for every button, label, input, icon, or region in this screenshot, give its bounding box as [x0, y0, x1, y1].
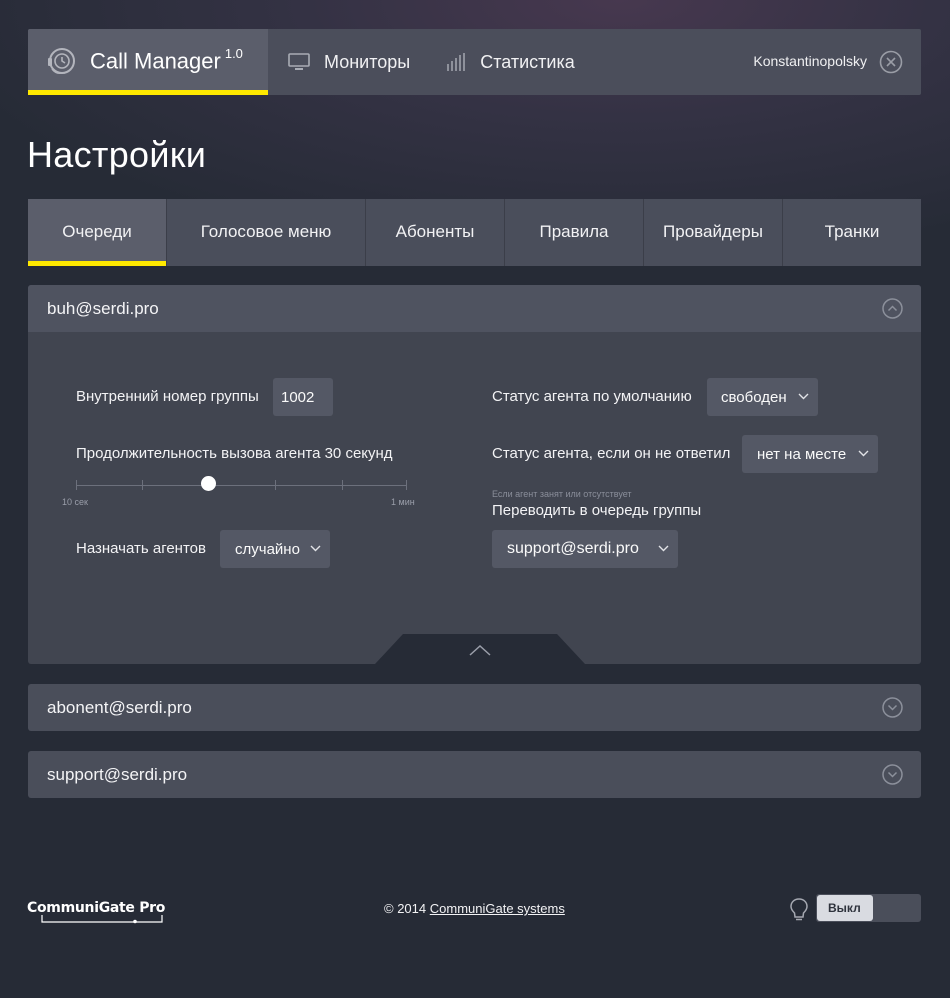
tab-subscribers[interactable]: Абоненты — [366, 199, 505, 266]
queue-panel-support: support@serdi.pro — [28, 751, 921, 798]
assign-agents-label: Назначать агентов — [76, 540, 206, 557]
tab-rules[interactable]: Правила — [505, 199, 644, 266]
duration-slider-track[interactable] — [76, 485, 406, 486]
assign-agents-select[interactable]: случайно — [220, 530, 330, 568]
copyright: © 2014 CommuniGate systems — [384, 901, 565, 916]
queue-panel-buh: buh@serdi.pro Внутренний номер группы 10… — [28, 285, 921, 664]
tab-queues[interactable]: Очереди — [28, 199, 167, 266]
slider-tick — [342, 480, 343, 490]
chevron-down-icon — [310, 545, 321, 552]
logo-underline-graphic — [41, 915, 163, 924]
light-mode-toggle[interactable]: Выкл — [816, 894, 921, 922]
noanswer-status-label: Статус агента, если он не ответил — [492, 445, 731, 462]
slider-min-label: 10 сек — [62, 497, 88, 507]
duration-slider-handle[interactable] — [201, 476, 216, 491]
headset-icon — [48, 48, 75, 74]
logo-text: CommuniGate Pro — [27, 900, 166, 916]
queue-settings: Внутренний номер группы 1002 Продолжител… — [28, 332, 921, 664]
queue-header-support[interactable]: support@serdi.pro — [28, 751, 921, 798]
noanswer-status-value: нет на месте — [757, 445, 847, 463]
forward-queue-label: Переводить в очередь группы — [492, 502, 702, 519]
collapse-panel-button[interactable] — [375, 634, 585, 664]
queue-panel-abonent: abonent@serdi.pro — [28, 684, 921, 731]
chevron-down-icon — [798, 393, 809, 400]
queue-name: support@serdi.pro — [47, 764, 188, 784]
bar-chart-icon — [447, 53, 466, 71]
call-duration-label: Продолжительность вызова агента 30 секун… — [76, 445, 393, 462]
chevron-down-icon — [858, 450, 869, 457]
user-name: Konstantinopolsky — [753, 53, 867, 69]
noanswer-status-select[interactable]: нет на месте — [742, 435, 878, 473]
chevron-up-circle-icon[interactable] — [882, 298, 903, 319]
nav-statistics-label: Статистика — [480, 51, 575, 72]
chevron-down-circle-icon[interactable] — [882, 764, 903, 785]
slider-tick — [275, 480, 276, 490]
default-status-value: свободен — [721, 388, 787, 406]
queue-name: buh@serdi.pro — [47, 298, 159, 318]
slider-tick — [406, 480, 407, 490]
forward-queue-select[interactable]: support@serdi.pro — [492, 530, 678, 568]
slider-tick — [76, 480, 77, 490]
default-status-label: Статус агента по умолчанию — [492, 388, 692, 405]
default-status-select[interactable]: свободен — [707, 378, 818, 416]
lightbulb-icon — [790, 898, 808, 921]
assign-agents-value: случайно — [235, 540, 300, 558]
slider-max-label: 1 мин — [391, 497, 415, 507]
group-number-label: Внутренний номер группы — [76, 388, 259, 405]
queue-name: abonent@serdi.pro — [47, 697, 192, 717]
brand-home[interactable]: Call Manager 1.0 — [28, 29, 268, 95]
settings-tabs: Очереди Голосовое меню Абоненты Правила … — [28, 199, 921, 266]
communigate-logo: CommuniGate Pro — [27, 899, 167, 925]
queue-header-abonent[interactable]: abonent@serdi.pro — [28, 684, 921, 731]
close-icon[interactable] — [879, 50, 903, 74]
group-number-input[interactable]: 1002 — [273, 378, 333, 416]
queue-header-buh[interactable]: buh@serdi.pro — [28, 285, 921, 332]
tab-voice-menu[interactable]: Голосовое меню — [167, 199, 366, 266]
nav-monitors-label: Мониторы — [324, 51, 411, 72]
forward-note: Если агент занят или отсутствует — [492, 489, 632, 499]
company-link[interactable]: CommuniGate systems — [430, 901, 565, 916]
copyright-prefix: © 2014 — [384, 901, 427, 916]
page-title: Настройки — [27, 134, 207, 175]
app-version: 1.0 — [224, 46, 243, 61]
monitor-icon — [288, 53, 310, 70]
toggle-knob: Выкл — [817, 895, 873, 921]
chevron-down-icon — [658, 545, 669, 552]
nav-monitors[interactable]: Мониторы — [268, 29, 410, 95]
forward-queue-value: support@serdi.pro — [507, 540, 639, 557]
slider-tick — [142, 480, 143, 490]
nav-statistics[interactable]: Статистика — [426, 29, 575, 95]
tab-trunks[interactable]: Транки — [783, 199, 921, 266]
tab-providers[interactable]: Провайдеры — [644, 199, 783, 266]
top-navigation: Call Manager 1.0 Мониторы Статистика Kons… — [28, 29, 921, 95]
app-title: Call Manager 1.0 — [90, 46, 243, 74]
chevron-down-circle-icon[interactable] — [882, 697, 903, 718]
